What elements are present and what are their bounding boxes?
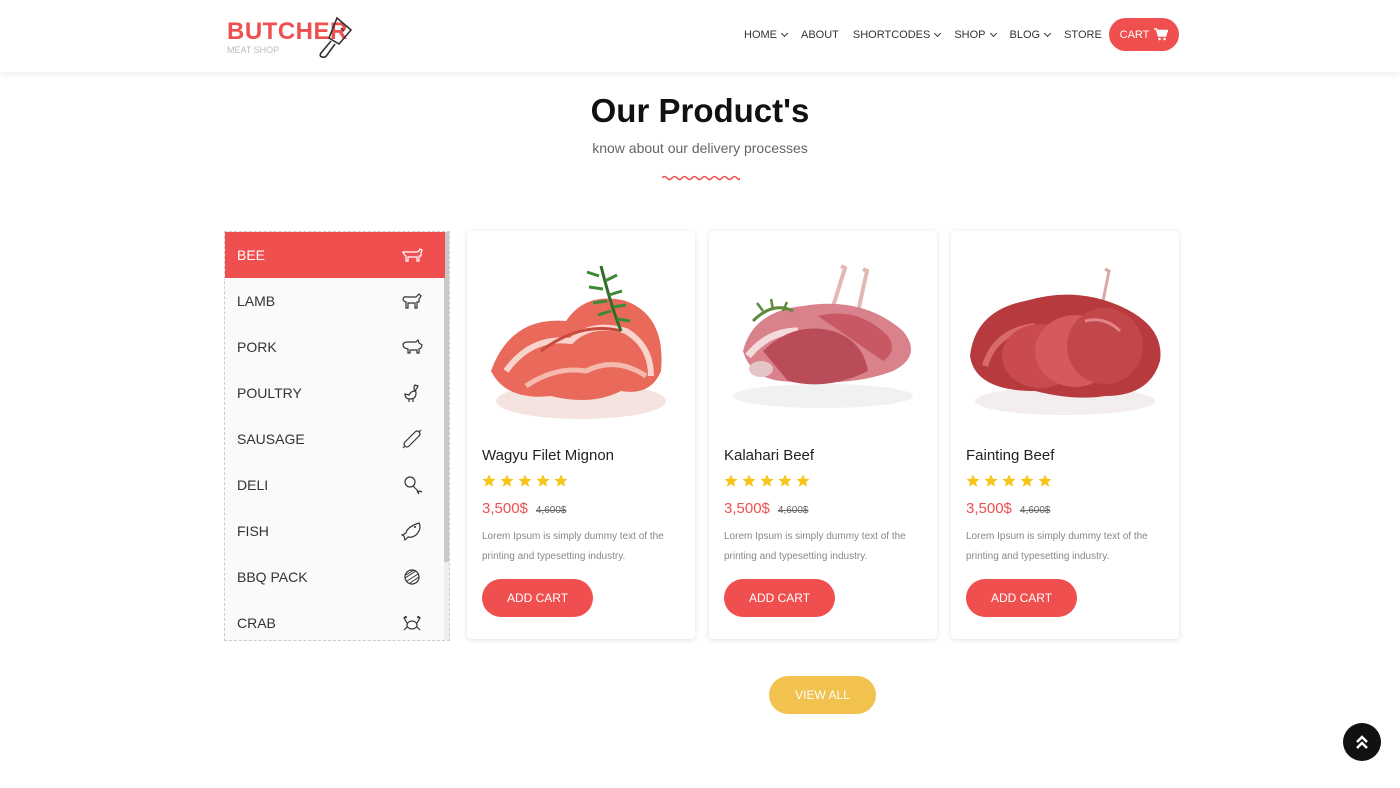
star-icon[interactable] (536, 474, 550, 488)
category-lamb[interactable]: LAMB (225, 278, 445, 324)
category-fish[interactable]: FISH (225, 508, 445, 554)
star-icon[interactable] (742, 474, 756, 488)
star-icon[interactable] (1038, 474, 1052, 488)
rating-stars (482, 474, 568, 488)
category-label: FISH (237, 523, 269, 539)
category-label: SAUSAGE (237, 431, 305, 447)
current-price: 3,500$ (482, 500, 528, 517)
star-icon[interactable] (482, 474, 496, 488)
sausage-icon (402, 429, 422, 449)
category-bbq-pack[interactable]: BBQ PACK (225, 554, 445, 600)
category-sidebar: BEE LAMB PORK POULTRY SAUSAGE DELI FISH … (224, 231, 450, 641)
category-label: CRAB (237, 615, 276, 631)
fish-icon (401, 522, 421, 542)
category-label: PORK (237, 339, 277, 355)
chevron-down-icon (934, 29, 942, 38)
cow-icon (402, 248, 423, 262)
star-icon[interactable] (724, 474, 738, 488)
add-cart-button[interactable]: ADD CART (724, 579, 835, 617)
star-icon[interactable] (760, 474, 774, 488)
brand-logo[interactable]: BUTCHER MEAT SHOP (227, 16, 357, 60)
grill-icon (404, 569, 420, 585)
product-name[interactable]: Kalahari Beef (724, 447, 814, 464)
category-crab[interactable]: CRAB (225, 600, 445, 640)
product-card[interactable]: Kalahari Beef 3,500$ 4,600$ Lorem Ipsum i… (709, 231, 937, 639)
nav-shortcodes[interactable]: SHORTCODES (853, 28, 942, 42)
scroll-to-top-button[interactable] (1343, 723, 1381, 761)
product-name[interactable]: Wagyu Filet Mignon (482, 447, 614, 464)
category-pork[interactable]: PORK (225, 324, 445, 370)
sheep-icon (402, 293, 422, 309)
star-icon[interactable] (966, 474, 980, 488)
section-subtitle: know about our delivery processes (592, 140, 808, 156)
star-icon[interactable] (796, 474, 810, 488)
current-price: 3,500$ (966, 500, 1012, 517)
chevron-down-icon (1044, 29, 1052, 38)
product-description: Lorem Ipsum is simply dummy text of the … (966, 531, 1148, 562)
nav-blog[interactable]: BLOG (1010, 28, 1052, 42)
old-price: 4,600$ (535, 505, 567, 516)
star-icon[interactable] (778, 474, 792, 488)
beef-slices-image (970, 267, 1161, 415)
rating-stars (724, 474, 810, 488)
site-header: BUTCHER MEAT SHOP HOME ABOUT SHORTCODES … (0, 0, 1400, 72)
star-icon[interactable] (500, 474, 514, 488)
nav-shop[interactable]: SHOP (954, 28, 997, 42)
price: 3,500$ 4,600$ (724, 500, 808, 517)
price: 3,500$ 4,600$ (966, 500, 1050, 517)
category-beef[interactable]: BEE (225, 232, 445, 278)
category-label: POULTRY (237, 385, 302, 401)
drumstick-icon (404, 476, 423, 495)
cart-label: CART (1119, 28, 1150, 41)
old-price: 4,600$ (1019, 505, 1051, 516)
nav-store[interactable]: STORE (1064, 28, 1102, 42)
view-all-button[interactable]: VIEW ALL (769, 676, 876, 714)
lamb-rack-image (733, 264, 913, 408)
nav-home[interactable]: HOME (744, 28, 789, 42)
pig-icon (402, 338, 423, 354)
product-card[interactable]: Fainting Beef 3,500$ 4,600$ Lorem Ipsum i… (951, 231, 1179, 639)
category-deli[interactable]: DELI (225, 462, 445, 508)
double-chevron-up-icon (1356, 735, 1368, 749)
chevron-down-icon (780, 29, 789, 38)
star-icon[interactable] (984, 474, 998, 488)
star-icon[interactable] (1002, 474, 1016, 488)
nav-about[interactable]: ABOUT (801, 28, 839, 42)
category-label: BBQ PACK (237, 569, 308, 585)
wavy-divider (662, 175, 740, 181)
category-label: BEE (237, 247, 266, 263)
product-description: Lorem Ipsum is simply dummy text of the … (482, 531, 664, 562)
product-card[interactable]: Wagyu Filet Mignon 3,500$ 4,600$ Lorem Ip… (467, 231, 695, 639)
star-icon[interactable] (1020, 474, 1034, 488)
category-sausage[interactable]: SAUSAGE (225, 416, 445, 462)
add-cart-button[interactable]: ADD CART (482, 579, 593, 617)
cart-button[interactable]: CART (1109, 18, 1179, 51)
category-poultry[interactable]: POULTRY (225, 370, 445, 416)
chevron-down-icon (989, 29, 997, 38)
current-price: 3,500$ (724, 500, 770, 517)
rating-stars (966, 474, 1052, 488)
product-name[interactable]: Fainting Beef (966, 447, 1054, 464)
old-price: 4,600$ (777, 505, 809, 516)
category-label: DELI (237, 477, 269, 493)
star-icon[interactable] (554, 474, 568, 488)
cleaver-icon (319, 16, 353, 58)
section-title: Our Product's (590, 92, 810, 129)
brand-tagline: MEAT SHOP (227, 45, 280, 55)
main-nav: HOME ABOUT SHORTCODES SHOP BLOG STORE (744, 28, 1116, 42)
shopping-cart-icon (1154, 28, 1169, 41)
chicken-icon (404, 384, 419, 402)
price: 3,500$ 4,600$ (482, 500, 566, 517)
crab-icon (403, 615, 421, 631)
product-description: Lorem Ipsum is simply dummy text of the … (724, 531, 906, 562)
prosciutto-image (491, 265, 666, 419)
add-cart-button[interactable]: ADD CART (966, 579, 1077, 617)
star-icon[interactable] (518, 474, 532, 488)
category-label: LAMB (237, 293, 276, 309)
